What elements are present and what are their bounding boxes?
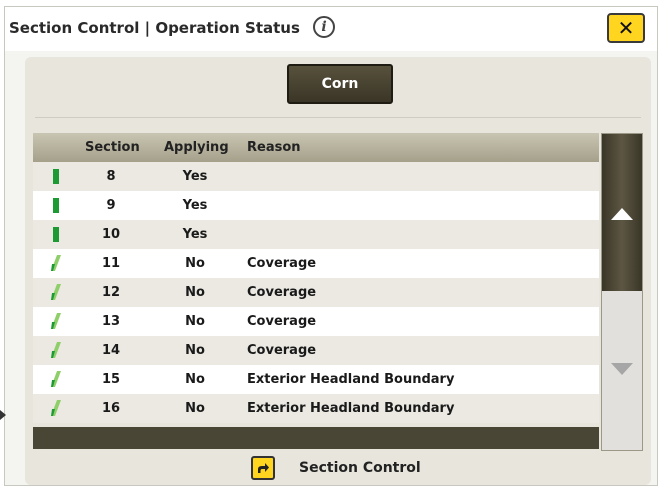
table-row: 10 Yes [33, 220, 599, 249]
section-off-icon [51, 284, 61, 300]
section-number: 15 [101, 372, 121, 387]
table-row: 16 No Exterior Headland Boundary [33, 394, 599, 423]
applying-value: Yes [182, 169, 208, 184]
reason-value: Exterior Headland Boundary [247, 372, 455, 387]
divider [35, 117, 641, 118]
title-bar: Section Control | Operation Status i ✕ [5, 7, 657, 51]
pointer-marker [0, 410, 6, 420]
section-number: 14 [101, 343, 121, 358]
section-number: 12 [101, 285, 121, 300]
applying-value: No [185, 401, 205, 416]
content-panel: Corn Section Applying Reason 8 Yes 9 Yes [25, 57, 651, 485]
arrow-down-icon[interactable] [611, 363, 633, 375]
arrow-up-icon [611, 208, 633, 220]
applying-value: Yes [182, 227, 208, 242]
applying-value: No [185, 343, 205, 358]
close-button[interactable]: ✕ [607, 13, 645, 43]
section-control-link[interactable]: Section Control [251, 455, 421, 481]
section-off-icon [51, 371, 61, 387]
section-control-label[interactable]: Section Control [299, 460, 421, 476]
table-row: 8 Yes [33, 162, 599, 191]
applying-value: No [185, 256, 205, 271]
reason-value: Coverage [247, 314, 317, 329]
column-header-section: Section [85, 140, 140, 155]
section-on-icon [53, 169, 59, 184]
page-title: Section Control | Operation Status [9, 19, 300, 37]
navigate-arrow-icon[interactable] [251, 456, 275, 480]
section-off-icon [51, 400, 61, 416]
reason-value: Exterior Headland Boundary [247, 401, 455, 416]
reason-value: Coverage [247, 343, 317, 358]
table-row: 14 No Coverage [33, 336, 599, 365]
table-row: 9 Yes [33, 191, 599, 220]
section-number: 9 [106, 198, 116, 213]
section-off-icon [51, 313, 61, 329]
reason-value: Coverage [247, 256, 317, 271]
column-header-reason: Reason [247, 140, 301, 155]
close-icon: ✕ [617, 16, 635, 40]
table-row: 12 No Coverage [33, 278, 599, 307]
table-row: 13 No Coverage [33, 307, 599, 336]
applying-value: No [185, 285, 205, 300]
table-body: 8 Yes 9 Yes 10 Yes 11 No Coverage 12 No … [33, 162, 599, 423]
section-off-icon [51, 342, 61, 358]
column-header-applying: Applying [164, 140, 229, 155]
applying-value: Yes [182, 198, 208, 213]
section-number: 10 [101, 227, 121, 242]
section-number: 13 [101, 314, 121, 329]
info-icon[interactable]: i [313, 16, 335, 38]
section-off-icon [51, 255, 61, 271]
reason-value: Coverage [247, 285, 317, 300]
section-on-icon [53, 198, 59, 213]
applying-value: No [185, 314, 205, 329]
table-footer [33, 427, 599, 449]
section-number: 16 [101, 401, 121, 416]
scroll-up-button[interactable] [602, 134, 642, 291]
section-status-table: Section Applying Reason 8 Yes 9 Yes 10 Y… [33, 133, 599, 449]
crop-button[interactable]: Corn [287, 64, 393, 104]
applying-value: No [185, 372, 205, 387]
section-number: 8 [106, 169, 116, 184]
table-row: 11 No Coverage [33, 249, 599, 278]
table-row: 15 No Exterior Headland Boundary [33, 365, 599, 394]
table-header: Section Applying Reason [33, 133, 599, 162]
section-control-dialog: Section Control | Operation Status i ✕ C… [4, 6, 658, 486]
section-number: 11 [101, 256, 121, 271]
section-on-icon [53, 227, 59, 242]
scrollbar[interactable] [601, 133, 643, 451]
